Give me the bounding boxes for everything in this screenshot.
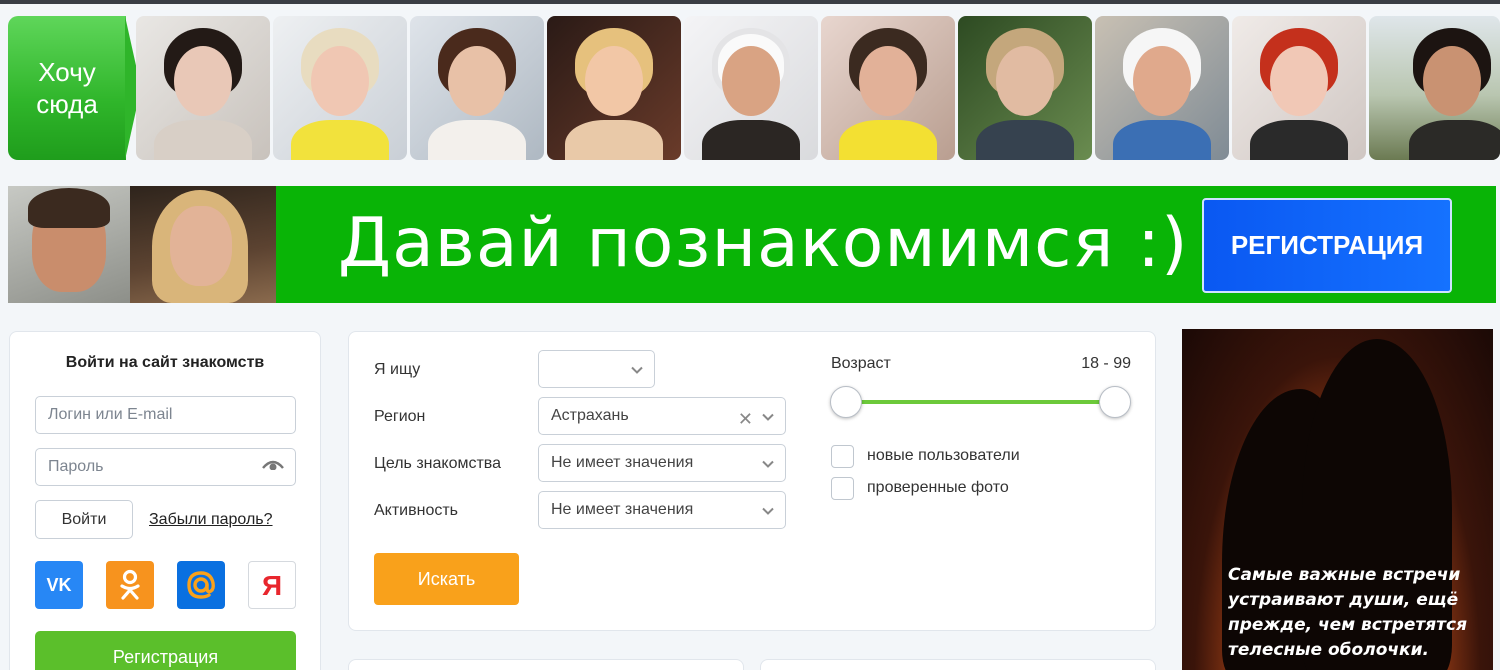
search-button[interactable]: Искать [374, 553, 519, 605]
profile-thumb-6[interactable] [821, 16, 955, 160]
yandex-icon[interactable]: Я [248, 561, 296, 609]
thumb-face [1423, 46, 1481, 116]
thumb-body [291, 120, 389, 160]
profile-thumb-3[interactable] [410, 16, 544, 160]
ad-quote-line-4: телесные оболочки. [1228, 640, 1429, 660]
svg-text:VK: VK [46, 575, 71, 595]
ad-quote-line-3: прежде, чем встретятся [1228, 615, 1468, 635]
thumb-body [1409, 120, 1500, 160]
looking-for-label: Я ищу [374, 361, 421, 378]
thumb-face [722, 46, 780, 116]
login-button[interactable]: Войти [35, 500, 133, 539]
goal-label: Цель знакомства [374, 455, 502, 472]
region-value: Астрахань [551, 407, 629, 424]
profile-thumb-10[interactable] [1369, 16, 1500, 160]
profile-thumb-8[interactable] [1095, 16, 1229, 160]
age-slider-track[interactable] [846, 400, 1114, 404]
search-card: Я ищу Регион Астрахань ✕ Цель знакомства… [348, 331, 1156, 631]
odnoklassniki-icon[interactable] [106, 561, 154, 609]
top-border [0, 0, 1500, 4]
goal-select[interactable]: Не имеет значения [538, 444, 786, 482]
ad-quote-line-2: устраивают души, ещё [1228, 590, 1459, 610]
activity-value: Не имеет значения [551, 501, 694, 518]
thumb-body [565, 120, 663, 160]
chevron-down-icon [762, 413, 774, 421]
thumb-body [1250, 120, 1348, 160]
goal-value: Не имеет значения [551, 454, 694, 471]
new-users-label: новые пользователи [867, 447, 1020, 464]
activity-select[interactable]: Не имеет значения [538, 491, 786, 529]
thumb-body [154, 120, 252, 160]
chevron-down-icon [762, 507, 774, 515]
mail-icon[interactable] [177, 561, 225, 609]
login-input[interactable] [35, 396, 296, 434]
thumb-body [839, 120, 937, 160]
banner-register-button[interactable]: РЕГИСТРАЦИЯ [1202, 198, 1452, 293]
profile-thumb-4[interactable] [547, 16, 681, 160]
thumb-face [859, 46, 917, 116]
profile-thumb-2[interactable] [273, 16, 407, 160]
banner-photo-man [8, 186, 130, 303]
new-users-checkbox[interactable] [831, 445, 854, 468]
banner-photo-woman [130, 186, 276, 303]
thumb-face [1133, 46, 1191, 116]
show-password-icon[interactable] [261, 456, 285, 470]
want-here-body: Хочу сюда [8, 16, 126, 160]
vk-icon[interactable]: VK [35, 561, 83, 609]
verified-photo-label: проверенные фото [867, 479, 1009, 496]
thumb-body [428, 120, 526, 160]
ad-banner[interactable]: Самые важные встречи устраивают души, ещ… [1182, 329, 1493, 670]
thumb-face [1270, 46, 1328, 116]
want-here-label: Хочу сюда [36, 56, 98, 120]
thumb-body [1113, 120, 1211, 160]
thumb-face [174, 46, 232, 116]
verified-photo-checkbox[interactable] [831, 477, 854, 500]
svg-text:Я: Я [262, 570, 282, 600]
banner-woman-face [170, 206, 232, 286]
chevron-down-icon [762, 460, 774, 468]
login-register-button[interactable]: Регистрация [35, 631, 296, 670]
promo-banner[interactable]: Давай познакомимся :) РЕГИСТРАЦИЯ [8, 186, 1496, 303]
thumb-body [702, 120, 800, 160]
region-select[interactable]: Астрахань ✕ [538, 397, 786, 435]
login-title: Войти на сайт знакомств [65, 354, 265, 371]
thumb-face [311, 46, 369, 116]
want-here-line-2: сюда [36, 89, 98, 119]
forgot-password-link[interactable]: Забыли пароль? [149, 511, 273, 529]
profile-thumb-7[interactable] [958, 16, 1092, 160]
chevron-down-icon [631, 366, 643, 374]
profile-thumb-1[interactable] [136, 16, 270, 160]
thumb-face [448, 46, 506, 116]
bottom-card-left [348, 659, 744, 670]
want-here-line-1: Хочу [38, 57, 96, 87]
thumb-face [585, 46, 643, 116]
banner-headline: Давай познакомимся :) [338, 204, 1189, 283]
age-slider-min-handle[interactable] [830, 386, 862, 418]
activity-label: Активность [374, 502, 459, 519]
ad-quote-line-1: Самые важные встречи [1228, 565, 1461, 585]
login-card: Войти на сайт знакомств Войти Забыли пар… [9, 331, 321, 670]
profile-thumb-5[interactable] [684, 16, 818, 160]
age-value: 18 - 99 [1081, 355, 1131, 372]
banner-man-hair [28, 188, 110, 228]
password-input[interactable] [35, 448, 296, 486]
clear-icon[interactable]: ✕ [738, 409, 753, 430]
age-slider-max-handle[interactable] [1099, 386, 1131, 418]
bottom-card-right [760, 659, 1156, 670]
photo-strip: Хочу сюда [8, 16, 1500, 160]
thumb-face [996, 46, 1054, 116]
ad-quote: Самые важные встречи устраивают души, ещ… [1228, 563, 1488, 663]
age-label: Возраст [831, 355, 891, 372]
thumb-body [976, 120, 1074, 160]
want-here-button[interactable]: Хочу сюда [8, 16, 141, 160]
profile-thumb-9[interactable] [1232, 16, 1366, 160]
looking-for-select[interactable] [538, 350, 655, 388]
region-label: Регион [374, 408, 426, 425]
